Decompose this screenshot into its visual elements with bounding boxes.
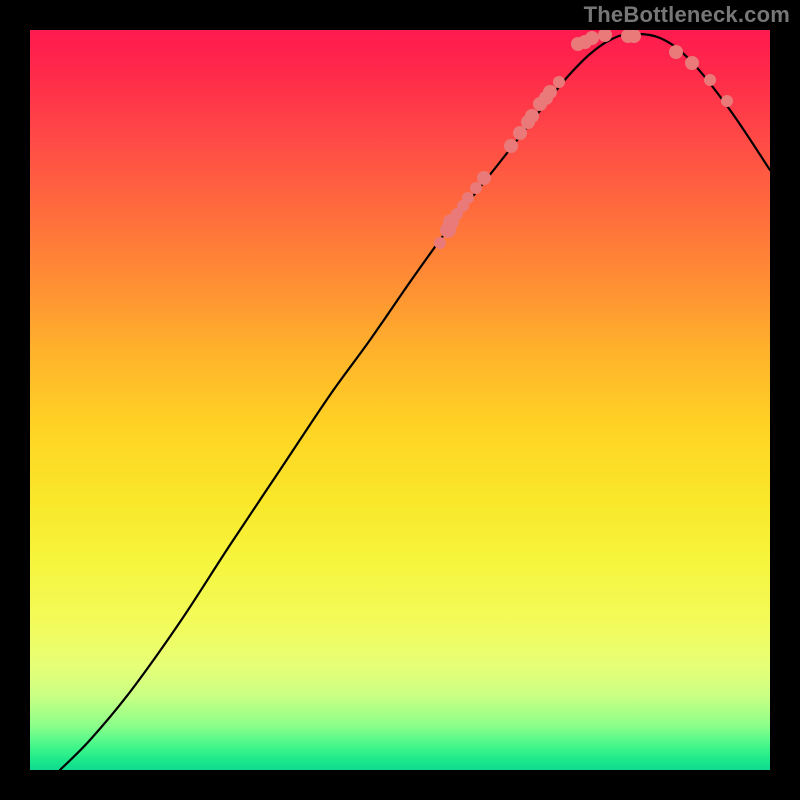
data-point (585, 31, 599, 45)
watermark-text: TheBottleneck.com (584, 2, 790, 28)
data-point (721, 95, 733, 107)
data-point (553, 76, 565, 88)
data-point (543, 85, 557, 99)
data-point (462, 192, 474, 204)
bottleneck-curve (60, 34, 770, 770)
data-point (477, 171, 491, 185)
data-point (669, 45, 683, 59)
data-points-group (434, 30, 733, 249)
curve-svg (30, 30, 770, 770)
data-point (704, 74, 716, 86)
data-point (525, 109, 539, 123)
plot-area (30, 30, 770, 770)
data-point (504, 139, 518, 153)
chart-frame: TheBottleneck.com (0, 0, 800, 800)
data-point (685, 56, 699, 70)
data-point (434, 237, 446, 249)
